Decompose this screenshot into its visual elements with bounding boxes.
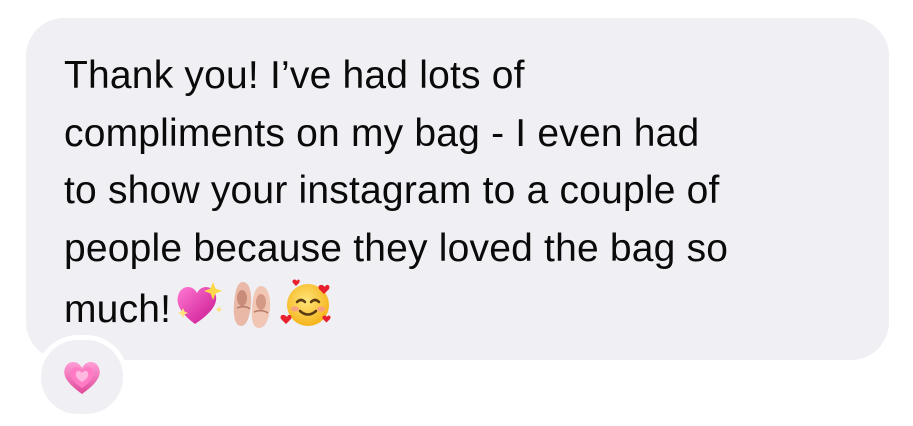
message-line: Thank you! I’ve had lots of: [64, 54, 525, 97]
message-last-line: much!: [64, 277, 884, 339]
sparkling-heart-icon: [177, 282, 223, 324]
message-line: much!: [64, 288, 172, 331]
message-line: people because they loved the bag so: [64, 226, 729, 270]
ballet-shoes-icon: [233, 282, 271, 328]
message-text: Thank you! I’ve had lots of compliments …: [64, 47, 884, 339]
reaction-badge[interactable]: [36, 335, 128, 419]
emoji-group: [173, 277, 337, 331]
smiling-face-with-hearts-icon: [280, 279, 331, 326]
message-line: compliments on my bag - I even had: [64, 111, 700, 155]
growing-heart-icon: [64, 362, 100, 394]
message-line: to show your instagram to a couple of: [64, 169, 720, 212]
